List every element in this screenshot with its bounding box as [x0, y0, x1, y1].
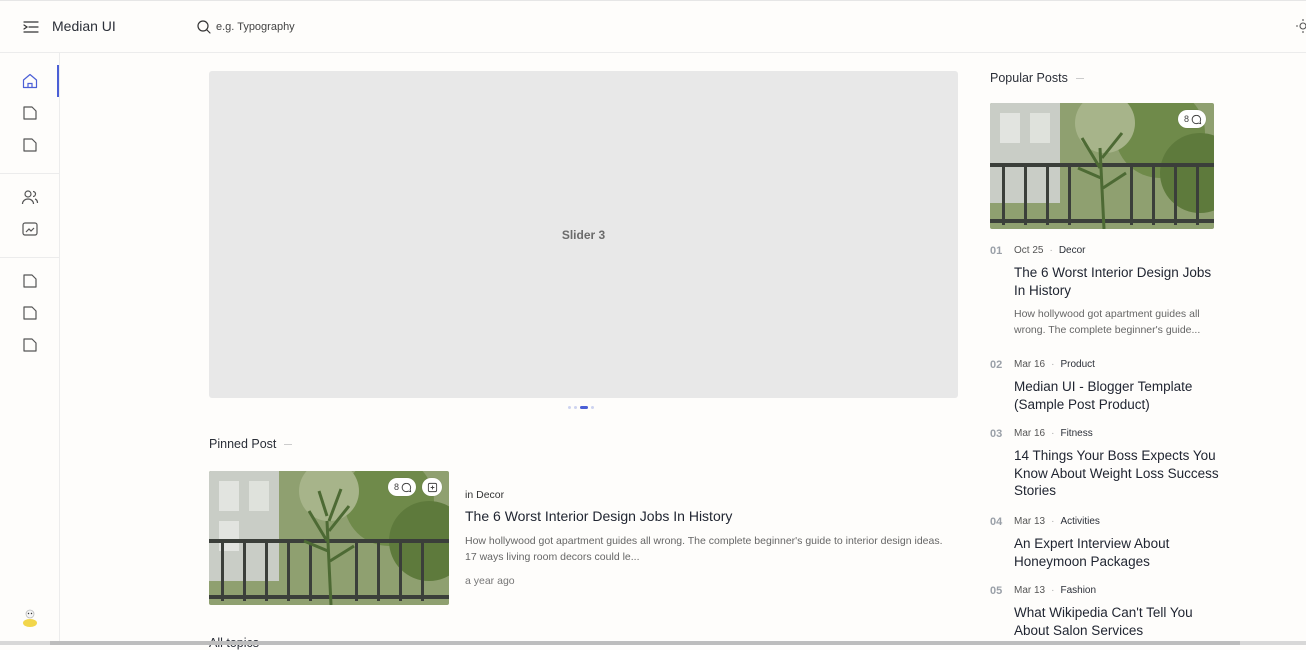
popular-rank: 01 [990, 245, 1003, 257]
slider-label: Slider 3 [561, 227, 606, 242]
popular-meta: Oct 25 · Decor [1014, 245, 1086, 256]
popular-rank: 03 [990, 428, 1003, 440]
search-input[interactable] [216, 16, 456, 38]
file-icon[interactable] [21, 104, 39, 122]
slider-dots [568, 405, 594, 409]
search-icon [196, 19, 212, 35]
file-icon[interactable] [21, 336, 39, 354]
comment-icon [401, 482, 412, 492]
avatar[interactable] [20, 606, 40, 628]
pinned-post-snippet: How hollywood got apartment guides all w… [465, 535, 943, 563]
post-date: Oct 25 [1014, 245, 1044, 256]
category-link[interactable]: Decor [1059, 245, 1086, 256]
category-link[interactable]: Product [1060, 359, 1094, 370]
popular-post-title[interactable]: The 6 Worst Interior Design Jobs In Hist… [1014, 264, 1220, 299]
post-date: Mar 13 [1014, 516, 1046, 527]
home-icon[interactable] [21, 72, 39, 90]
popular-meta: Mar 13 · Fashion [1014, 585, 1097, 596]
top-bar: Median UI [0, 0, 1306, 53]
slider-dot-active[interactable] [580, 405, 588, 409]
post-date: Mar 16 [1014, 428, 1046, 439]
popular-section-title: Popular Posts [990, 71, 1084, 85]
popular-post-title[interactable]: An Expert Interview About Honeymoon Pack… [1014, 535, 1220, 570]
slider-dot[interactable] [574, 405, 577, 409]
category-link[interactable]: Fitness [1060, 428, 1092, 439]
sidebar [0, 53, 60, 645]
category-link[interactable]: Fashion [1060, 585, 1096, 596]
hero-slider[interactable]: Slider 3 [209, 71, 958, 398]
popular-meta: Mar 16 · Fitness [1014, 428, 1093, 439]
popular-post-title[interactable]: 14 Things Your Boss Expects You Know Abo… [1014, 447, 1220, 500]
post-date: Mar 13 [1014, 585, 1046, 596]
pinned-category: in Decor [465, 489, 504, 501]
brand-title[interactable]: Median UI [52, 18, 116, 34]
sidebar-divider [0, 257, 60, 258]
pinned-thumbnail[interactable]: 8 [209, 471, 449, 605]
category-link[interactable]: Decor [476, 489, 504, 501]
popular-thumbnail[interactable]: 8 [990, 103, 1214, 229]
comment-count-badge[interactable]: 8 [1178, 110, 1207, 128]
slider-dot[interactable] [591, 405, 594, 409]
category-prefix: in [465, 489, 474, 501]
horizontal-scrollbar[interactable] [0, 641, 1306, 645]
menu-toggle-icon[interactable] [22, 18, 40, 36]
popular-post-title[interactable]: What Wikipedia Can't Tell You About Salo… [1014, 604, 1220, 639]
users-icon[interactable] [21, 188, 39, 206]
popular-meta: Mar 13 · Activities [1014, 516, 1100, 527]
bookmark-add-icon [427, 482, 437, 492]
pinned-post-title[interactable]: The 6 Worst Interior Design Jobs In Hist… [465, 508, 732, 524]
image-edit-icon[interactable] [21, 220, 39, 238]
popular-post-title[interactable]: Median UI - Blogger Template (Sample Pos… [1014, 378, 1220, 413]
sidebar-divider [0, 173, 60, 174]
category-link[interactable]: Activities [1060, 516, 1099, 527]
theme-toggle-icon[interactable] [1296, 19, 1306, 33]
popular-rank: 02 [990, 359, 1003, 371]
comment-count: 8 [1184, 114, 1190, 124]
post-date: Mar 16 [1014, 359, 1046, 370]
comment-icon [1191, 114, 1202, 124]
popular-rank: 04 [990, 516, 1003, 528]
slider-dot[interactable] [568, 405, 571, 409]
file-icon[interactable] [21, 272, 39, 290]
file-icon[interactable] [21, 304, 39, 322]
pinned-section-title: Pinned Post [209, 437, 292, 451]
popular-meta: Mar 16 · Product [1014, 359, 1095, 370]
pinned-post-time: a year ago [465, 575, 515, 587]
file-icon[interactable] [21, 136, 39, 154]
comment-count: 8 [394, 482, 400, 492]
popular-rank: 05 [990, 585, 1003, 597]
popular-post-snippet: How hollywood got apartment guides all w… [1014, 308, 1201, 336]
comment-count-badge[interactable]: 8 [388, 478, 417, 496]
sidebar-active-indicator [57, 65, 59, 97]
bookmark-button[interactable] [422, 478, 442, 496]
